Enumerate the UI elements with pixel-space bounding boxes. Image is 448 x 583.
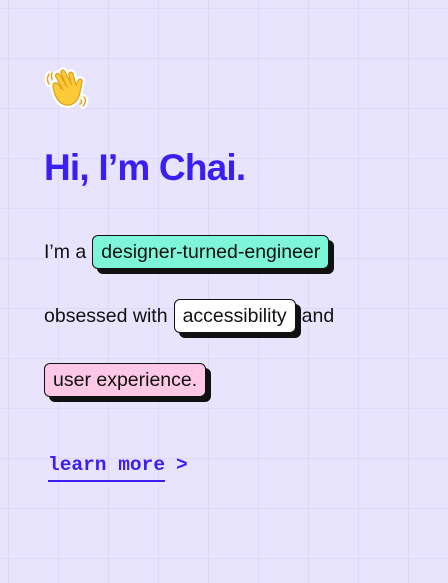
learn-more-label: learn more (48, 454, 166, 482)
accessibility-tag: accessibility (173, 299, 296, 333)
intro-line2-suffix: and (301, 304, 335, 327)
chevron-right-icon: > (176, 454, 188, 476)
intro-line-2: obsessed with accessibility and (44, 298, 334, 334)
intro-line-3: user experience. (44, 362, 207, 398)
role-tag: designer-turned-engineer (92, 235, 330, 269)
learn-more-link[interactable]: learn more > (48, 454, 188, 482)
intro-line-1: I’m a designer-turned-engineer (44, 234, 330, 270)
page-title: Hi, I’m Chai. (44, 147, 246, 188)
intro-line2-prefix: obsessed with (44, 304, 168, 327)
intro-line1-prefix: I’m a (44, 240, 87, 263)
user-experience-tag: user experience. (44, 363, 207, 397)
waving-hand-icon (44, 67, 89, 109)
intro-page: { "hero": { "wave_icon": "waving-hand-ic… (0, 0, 448, 583)
